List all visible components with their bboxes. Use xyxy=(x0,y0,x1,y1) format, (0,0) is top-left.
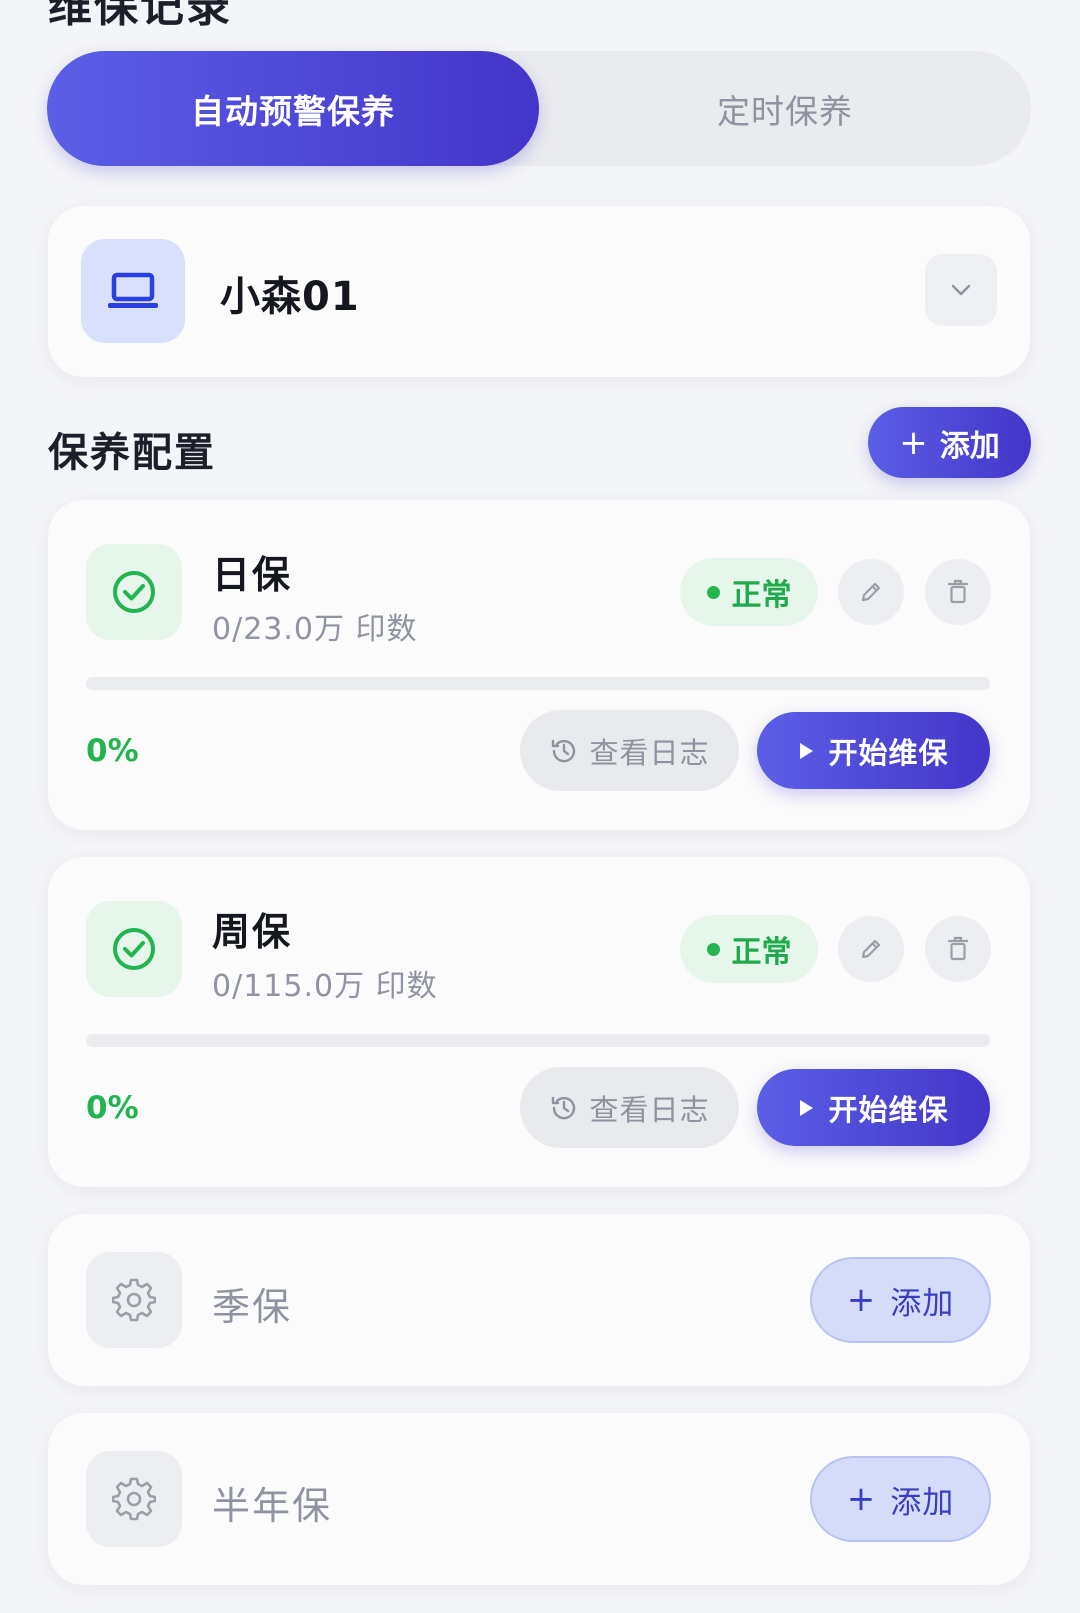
edit-button[interactable] xyxy=(838,559,904,625)
add-quarterly-button[interactable]: + 添加 xyxy=(810,1257,991,1343)
device-selector-card[interactable]: 小森01 xyxy=(48,206,1030,377)
config-title: 半年保 xyxy=(212,1484,333,1528)
config-subtitle: 0/23.0万 印数 xyxy=(212,612,418,647)
view-log-button[interactable]: 查看日志 xyxy=(520,1067,739,1148)
trash-icon xyxy=(947,936,969,961)
delete-button[interactable] xyxy=(925,559,991,625)
device-name: 小森01 xyxy=(220,274,360,320)
start-maintenance-button[interactable]: 开始维保 xyxy=(757,1069,990,1146)
plus-icon: + xyxy=(846,1479,877,1519)
config-card-weekly: 周保 0/115.0万 印数 正常 0% 查看日志 开始维保 xyxy=(48,857,1030,1187)
view-log-label: 查看日志 xyxy=(589,735,710,770)
gear-icon xyxy=(112,1278,156,1322)
section-title: 保养配置 xyxy=(48,430,216,476)
check-icon-box xyxy=(86,901,182,997)
tab-scheduled[interactable]: 定时保养 xyxy=(539,51,1031,166)
config-title: 周保 xyxy=(212,910,293,954)
status-badge: 正常 xyxy=(680,915,818,983)
status-badge: 正常 xyxy=(680,558,818,626)
start-maintenance-label: 开始维保 xyxy=(828,1092,949,1127)
progress-percent: 0% xyxy=(86,733,139,769)
check-circle-icon xyxy=(113,571,155,613)
pencil-icon xyxy=(861,582,881,602)
add-config-label: 添加 xyxy=(939,428,1000,464)
check-circle-icon xyxy=(113,928,155,970)
pencil-icon xyxy=(861,939,881,959)
play-icon xyxy=(800,742,814,759)
history-icon xyxy=(552,739,576,762)
tab-auto-warning[interactable]: 自动预警保养 xyxy=(47,51,539,166)
config-subtitle: 0/115.0万 印数 xyxy=(212,969,438,1004)
history-icon xyxy=(552,1096,576,1119)
gear-icon-box xyxy=(86,1252,182,1348)
progress-bar xyxy=(86,677,990,690)
config-card-daily: 日保 0/23.0万 印数 正常 0% 查看日志 开始维保 xyxy=(48,500,1030,830)
status-dot xyxy=(706,942,720,956)
config-card-half-year: 半年保 + 添加 xyxy=(48,1413,1030,1585)
edit-button[interactable] xyxy=(838,916,904,982)
trash-icon xyxy=(947,579,969,604)
config-card-quarterly: 季保 + 添加 xyxy=(48,1214,1030,1386)
play-icon xyxy=(800,1099,814,1116)
add-label: 添加 xyxy=(890,1285,955,1322)
add-config-button[interactable]: + 添加 xyxy=(868,407,1031,478)
start-maintenance-button[interactable]: 开始维保 xyxy=(757,712,990,789)
gear-icon xyxy=(112,1477,156,1521)
start-maintenance-label: 开始维保 xyxy=(828,735,949,770)
plus-icon: + xyxy=(846,1280,877,1320)
config-title: 季保 xyxy=(212,1285,293,1329)
laptop-icon xyxy=(108,272,158,308)
status-dot xyxy=(706,585,720,599)
add-label: 添加 xyxy=(890,1484,955,1521)
view-log-button[interactable]: 查看日志 xyxy=(520,710,739,791)
view-log-label: 查看日志 xyxy=(589,1092,710,1127)
status-label: 正常 xyxy=(731,578,792,613)
check-icon-box xyxy=(86,544,182,640)
plus-icon: + xyxy=(899,422,928,463)
progress-bar xyxy=(86,1034,990,1047)
add-half-year-button[interactable]: + 添加 xyxy=(810,1456,991,1542)
chevron-down-icon xyxy=(951,284,971,296)
maintenance-mode-tabs: 自动预警保养 定时保养 xyxy=(47,51,1031,166)
device-dropdown-button[interactable] xyxy=(925,254,997,326)
delete-button[interactable] xyxy=(925,916,991,982)
page-title: 维保记录 xyxy=(48,0,232,32)
progress-percent: 0% xyxy=(86,1090,139,1126)
config-title: 日保 xyxy=(212,553,293,597)
gear-icon-box xyxy=(86,1451,182,1547)
status-label: 正常 xyxy=(731,935,792,970)
device-icon-box xyxy=(81,239,185,343)
